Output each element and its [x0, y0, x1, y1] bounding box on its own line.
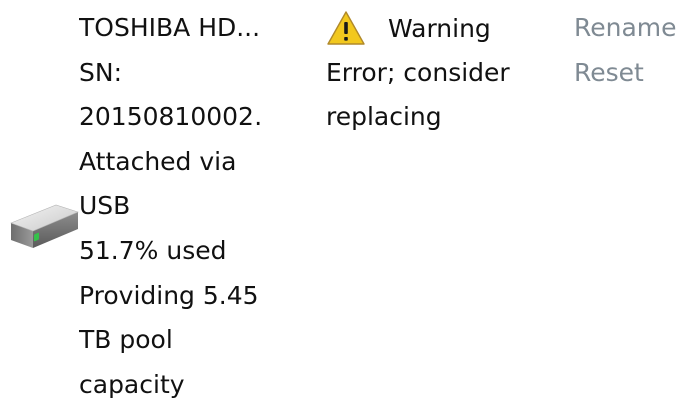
status-title: Warning: [388, 13, 491, 43]
status-description: Error; consider replacing: [326, 57, 510, 132]
serial-label: SN:: [79, 57, 122, 87]
reset-button[interactable]: Reset: [574, 51, 677, 96]
drive-name: TOSHIBA HD...: [79, 13, 261, 42]
drive-info: TOSHIBA HD... SN: 20150810002․ Attached …: [79, 6, 284, 401]
status-header: Warning: [326, 6, 541, 51]
capacity-text-3: capacity: [79, 369, 185, 399]
serial-number: 20150810002․: [79, 102, 263, 132]
storage-drive-row: TOSHIBA HD... SN: 20150810002․ Attached …: [0, 0, 691, 401]
usage-text: 51.7% used: [79, 235, 227, 265]
capacity-text-2: TB pool: [79, 325, 173, 355]
capacity-text-1: Providing 5.45: [79, 280, 259, 310]
connection-text: Attached via: [79, 146, 237, 176]
connection-type: USB: [79, 191, 131, 221]
drive-actions: Rename Reset: [574, 6, 677, 95]
warning-icon: [327, 11, 365, 45]
hard-drive-icon: [10, 204, 79, 248]
rename-button[interactable]: Rename: [574, 6, 677, 51]
drive-status: Warning Error; consider replacing: [326, 6, 541, 140]
